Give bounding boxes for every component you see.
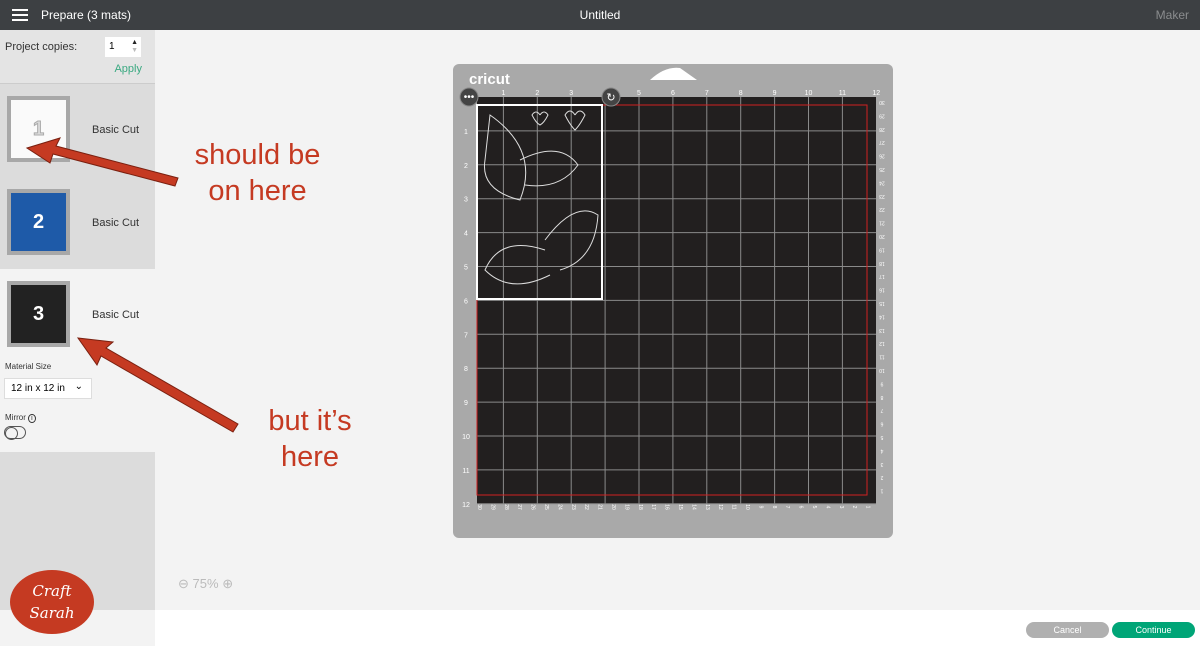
arrow-1 (25, 137, 179, 187)
arrow-2 (76, 337, 239, 433)
annotation-arrows (25, 137, 239, 433)
